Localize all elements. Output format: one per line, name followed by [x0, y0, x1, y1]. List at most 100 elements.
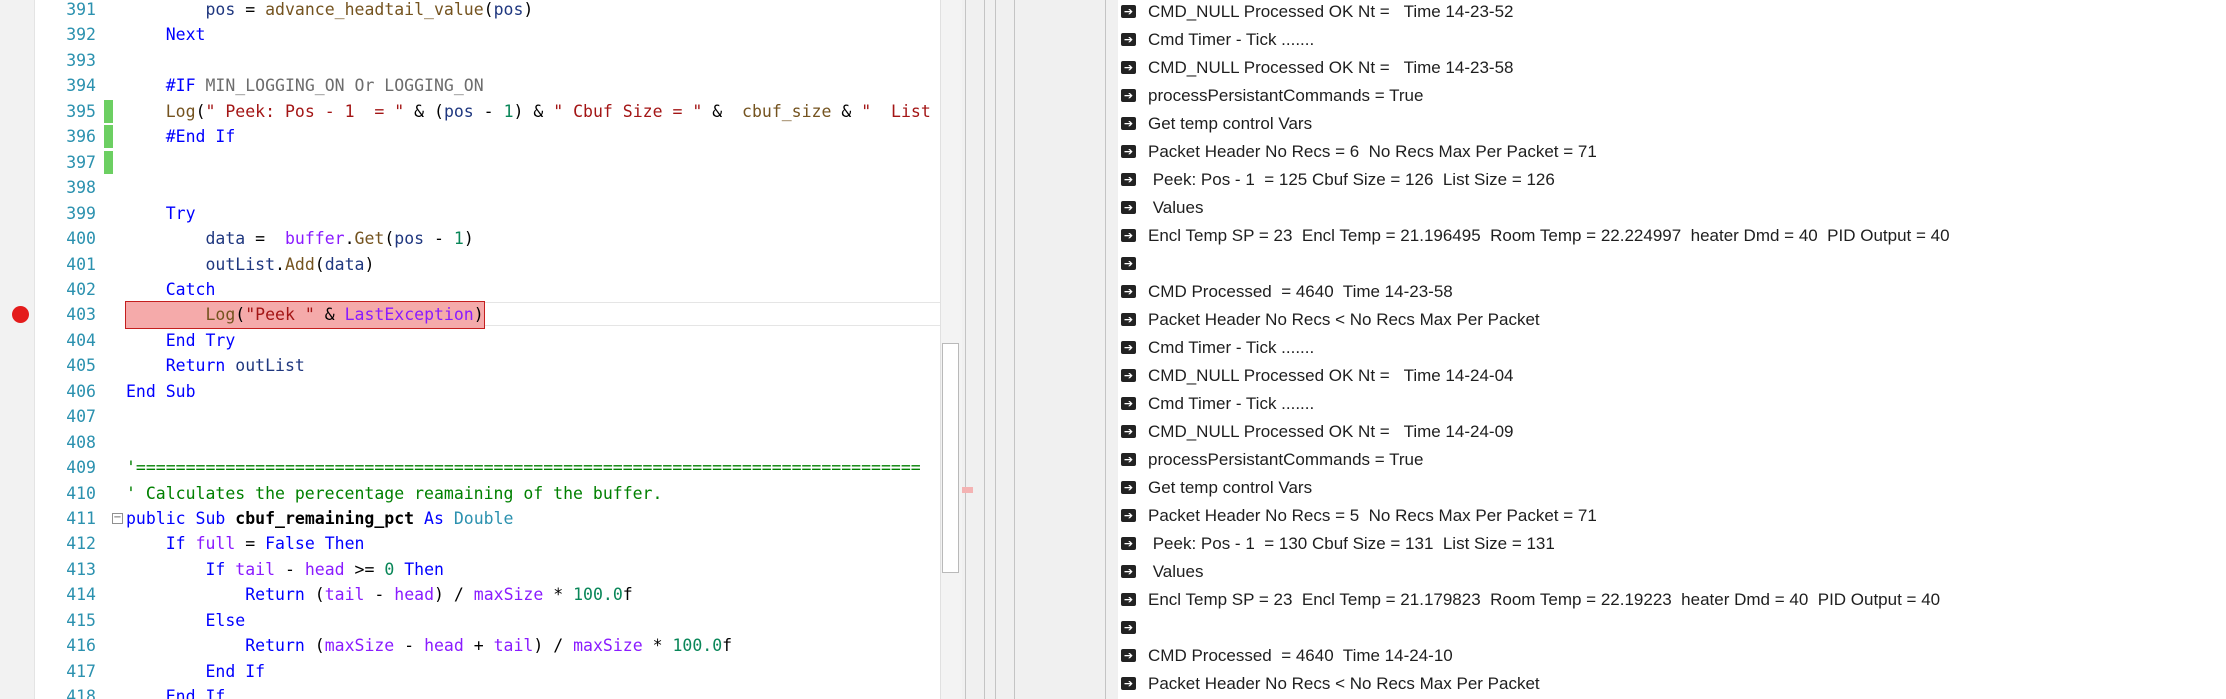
log-line[interactable]: ➔	[1118, 614, 2226, 642]
code-token: &	[702, 101, 743, 121]
code-token: =	[245, 229, 285, 249]
code-line[interactable]: 416 Return (maxSize - head + tail) / max…	[34, 633, 962, 658]
code-token: public	[126, 509, 186, 528]
code-line[interactable]: 414 Return (tail - head) / maxSize * 100…	[34, 582, 962, 607]
log-line[interactable]: ➔ CMD Processed = 4640 Time 14-23-58	[1118, 278, 2226, 306]
log-line[interactable]: ➔ Values	[1118, 194, 2226, 222]
line-number: 404	[66, 330, 96, 350]
pane-splitter[interactable]	[962, 0, 1118, 699]
code-token: " Cbuf Size = "	[553, 101, 703, 121]
line-number: 406	[66, 381, 96, 401]
log-line[interactable]: ➔ Peek: Pos - 1 = 125 Cbuf Size = 126 Li…	[1118, 166, 2226, 194]
code-token: outList	[235, 356, 305, 376]
log-line[interactable]: ➔ CMD_NULL Processed OK Nt = Time 14-24-0…	[1118, 362, 2226, 390]
code-line[interactable]: 401 outList.Add(data)	[34, 252, 962, 277]
code-line[interactable]: 415 Else	[34, 608, 962, 633]
log-line[interactable]: ➔ Packet Header No Recs = 6 No Recs Max P…	[1118, 138, 2226, 166]
code-line[interactable]: 393	[34, 48, 962, 73]
code-line[interactable]: 400 data = buffer.Get(pos - 1)	[34, 226, 962, 251]
code-line[interactable]: 407	[34, 404, 962, 429]
code-line[interactable]: 405 Return outList	[34, 353, 962, 378]
code-text: End Sub	[126, 379, 196, 404]
code-token: If	[165, 534, 186, 554]
code-token: Return	[165, 356, 226, 376]
log-line[interactable]: ➔ Get temp control Vars	[1118, 110, 2226, 138]
log-line[interactable]: ➔ Cmd Timer - Tick .......	[1118, 390, 2226, 418]
code-line[interactable]: 410 ' Calculates the perecentage reamaini…	[34, 481, 962, 506]
code-line[interactable]: 394 #IF MIN_LOGGING_ON Or LOGGING_ON	[34, 73, 962, 98]
breakpoint-icon[interactable]	[12, 306, 29, 324]
log-line[interactable]: ➔ CMD_NULL Processed OK Nt = Time 14-23-5…	[1118, 0, 2226, 26]
code-line[interactable]: 403 Log("Peek " & LastException)	[34, 301, 962, 329]
arrow-right-icon: ➔	[1121, 481, 1136, 494]
collapse-icon[interactable]: −	[112, 513, 123, 524]
code-line[interactable]: 395 Log(" Peek: Pos - 1 = " & (pos - 1) …	[34, 99, 962, 124]
log-line[interactable]: ➔ processPersistantCommands = True	[1118, 446, 2226, 474]
log-line[interactable]: ➔ CMD_NULL Processed OK Nt = Time 14-23-5…	[1118, 54, 2226, 82]
code-text: outList.Add(data)	[126, 252, 374, 277]
log-line[interactable]: ➔ Encl Temp SP = 23 Encl Temp = 21.196495…	[1118, 222, 2226, 250]
breakpoint-margin[interactable]	[0, 0, 35, 699]
log-line[interactable]: ➔ CMD_NULL Processed OK Nt = Time 14-24-0…	[1118, 418, 2226, 446]
code-line[interactable]: 399 Try	[34, 201, 962, 226]
editor-scrollbar-thumb[interactable]	[942, 343, 959, 573]
code-line[interactable]: 412 If full = False Then	[34, 531, 962, 556]
log-line-text: Peek: Pos - 1 = 125 Cbuf Size = 126 List…	[1148, 170, 1555, 189]
code-token: Else	[205, 610, 246, 630]
code-line[interactable]: 411 − public Sub cbuf_remaining_pct As Dou…	[34, 506, 962, 531]
code-token: (	[195, 101, 206, 121]
code-token: data	[324, 254, 365, 274]
code-token: -	[473, 101, 504, 121]
code-token: Return	[245, 585, 305, 605]
code-token: "Peek "	[245, 305, 315, 325]
log-line[interactable]: ➔ Values	[1118, 558, 2226, 586]
log-line[interactable]: ➔ Encl Temp SP = 23 Encl Temp = 21.179823…	[1118, 586, 2226, 614]
log-line-text: Cmd Timer - Tick .......	[1148, 30, 1315, 49]
code-token: As	[424, 509, 444, 528]
code-line[interactable]: 413 If tail - head >= 0 Then	[34, 557, 962, 582]
code-line[interactable]: 391 pos = advance_headtail_value(pos)	[34, 0, 962, 22]
code-line[interactable]: 408	[34, 430, 962, 455]
code-token: =	[235, 0, 266, 19]
log-line[interactable]: ➔ CMD Processed = 4640 Time 14-24-10	[1118, 642, 2226, 670]
log-line[interactable]: ➔ processPersistantCommands = True	[1118, 82, 2226, 110]
log-line-text: CMD Processed = 4640 Time 14-24-10	[1148, 646, 1453, 665]
code-token: *	[642, 636, 673, 656]
log-line[interactable]: ➔ Packet Header No Recs = 5 No Recs Max P…	[1118, 502, 2226, 530]
log-line[interactable]: ➔ Packet Header No Recs < No Recs Max Per…	[1118, 306, 2226, 334]
code-line[interactable]: 417 End If	[34, 659, 962, 684]
log-line[interactable]: ➔	[1118, 250, 2226, 278]
log-line[interactable]: ➔ Cmd Timer - Tick .......	[1118, 26, 2226, 54]
code-token: maxSize	[573, 636, 643, 656]
log-line[interactable]: ➔ Cmd Timer - Tick .......	[1118, 334, 2226, 362]
log-line-text: CMD Processed = 4640 Time 14-23-58	[1148, 282, 1453, 301]
log-line[interactable]: ➔ Get temp control Vars	[1118, 474, 2226, 502]
code-token: outList	[205, 254, 276, 274]
code-line[interactable]: 404 End Try	[34, 328, 962, 353]
line-number: 403	[66, 305, 96, 325]
code-line[interactable]: 418 End If	[34, 684, 962, 699]
code-line[interactable]: 406 End Sub	[34, 379, 962, 404]
code-token: pos	[205, 0, 236, 19]
code-line[interactable]: 409 '====================================…	[34, 455, 962, 480]
code-line[interactable]: 392 Next	[34, 22, 962, 47]
code-token: #End If	[165, 127, 236, 147]
code-text: data = buffer.Get(pos - 1)	[126, 226, 473, 251]
code-line[interactable]: 396 #End If	[34, 124, 962, 149]
code-line[interactable]: 402 Catch	[34, 277, 962, 302]
code-editor[interactable]: 391 pos = advance_headtail_value(pos) 392…	[0, 0, 962, 699]
code-line[interactable]: 398	[34, 175, 962, 200]
code-token: ' Calculates the perecentage reamaining …	[126, 483, 663, 503]
log-output-panel[interactable]: ➔ CMD_NULL Processed OK Nt = Time 14-23-5…	[1118, 0, 2226, 699]
log-line[interactable]: ➔ Peek: Pos - 1 = 130 Cbuf Size = 131 Li…	[1118, 530, 2226, 558]
code-line[interactable]: 397	[34, 150, 962, 175]
log-line[interactable]: ➔ Packet Header No Recs < No Recs Max Per…	[1118, 670, 2226, 698]
code-token: Log	[205, 305, 236, 325]
code-text: If tail - head >= 0 Then	[126, 557, 444, 582]
